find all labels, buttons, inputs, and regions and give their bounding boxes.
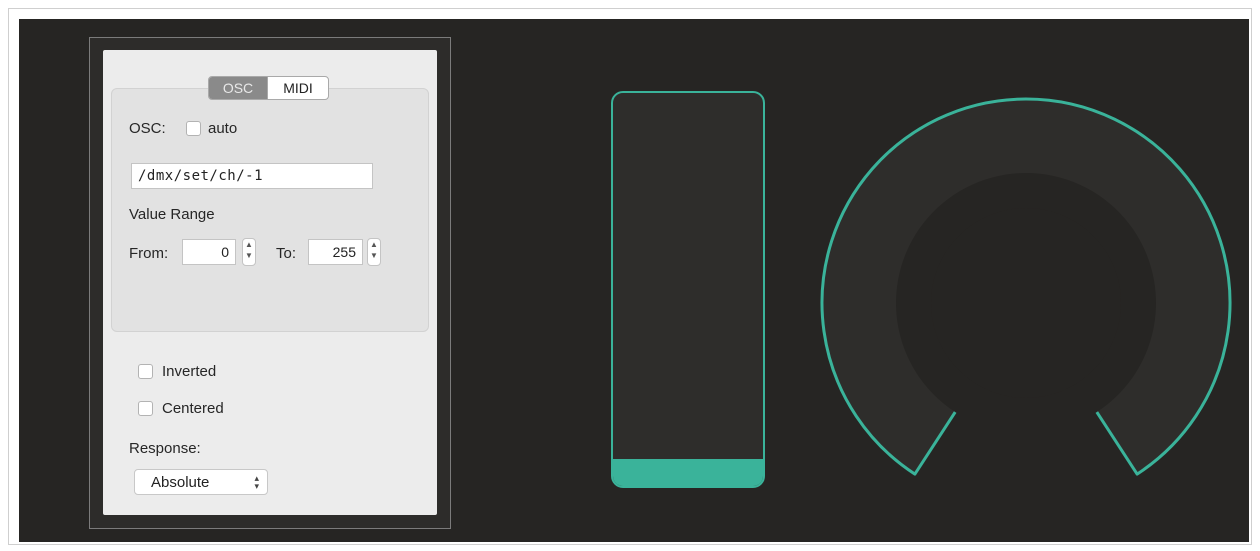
chevron-updown-icon: ▴ ▾	[254, 473, 259, 491]
inverted-label: Inverted	[162, 363, 217, 380]
inspector-panel: OSC MIDI OSC: auto /dmx/set/ch/-1 Value …	[103, 50, 437, 515]
from-input[interactable]: 0	[182, 239, 236, 265]
to-stepper[interactable]: ▲ ▼	[367, 238, 381, 266]
fader-level-fill	[613, 458, 763, 486]
centered-checkbox[interactable]	[138, 401, 153, 416]
osc-label: OSC:	[129, 120, 166, 137]
knob-center	[931, 208, 1121, 398]
inverted-checkbox[interactable]	[138, 364, 153, 379]
auto-label: auto	[208, 120, 238, 137]
value-range-label: Value Range	[129, 206, 215, 223]
from-stepper[interactable]: ▲ ▼	[242, 238, 256, 266]
tab-midi[interactable]: MIDI	[267, 77, 328, 99]
rotary-knob[interactable]	[820, 95, 1232, 485]
centered-label: Centered	[162, 400, 224, 417]
stepper-up-icon: ▲	[245, 240, 253, 249]
response-select-value: Absolute	[151, 474, 210, 491]
tab-osc[interactable]: OSC	[209, 77, 267, 99]
from-label: From:	[129, 245, 169, 262]
fader-slider[interactable]	[611, 91, 765, 488]
stepper-down-icon: ▼	[370, 251, 378, 260]
response-select[interactable]: Absolute ▴ ▾	[134, 469, 268, 495]
stepper-up-icon: ▲	[370, 240, 378, 249]
auto-checkbox[interactable]	[186, 121, 201, 136]
to-input[interactable]: 255	[308, 239, 363, 265]
protocol-tabs: OSC MIDI	[208, 76, 329, 100]
stepper-down-icon: ▼	[245, 251, 253, 260]
to-label: To:	[276, 245, 297, 262]
osc-address-input[interactable]: /dmx/set/ch/-1	[131, 163, 373, 189]
response-label: Response:	[129, 440, 201, 457]
